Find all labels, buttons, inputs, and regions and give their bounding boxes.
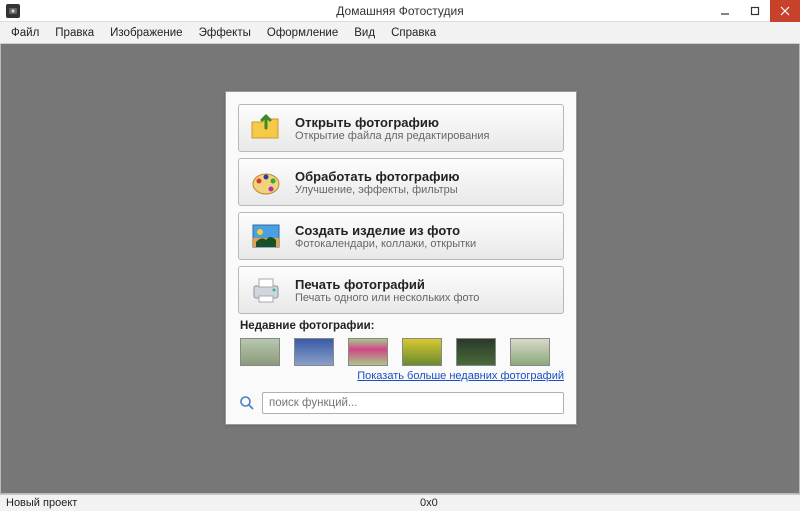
recent-thumb[interactable] [240,338,280,366]
process-photo-sub: Улучшение, эффекты, фильтры [295,184,460,196]
recent-thumb[interactable] [456,338,496,366]
open-photo-title: Открыть фотографию [295,115,489,130]
printer-icon [247,271,285,309]
recent-thumbnails [238,338,564,366]
recent-thumb[interactable] [294,338,334,366]
print-photos-sub: Печать одного или нескольких фото [295,292,479,304]
recent-thumb[interactable] [510,338,550,366]
title-bar: Домашняя Фотостудия [0,0,800,22]
create-product-button[interactable]: Создать изделие из фото Фотокалендари, к… [238,212,564,260]
print-photos-button[interactable]: Печать фотографий Печать одного или неск… [238,266,564,314]
recent-photos-label: Недавние фотографии: [240,320,564,332]
status-dimensions: 0x0 [420,497,480,509]
window-controls [710,0,800,22]
status-project: Новый проект [0,497,420,509]
print-photos-title: Печать фотографий [295,277,479,292]
search-input[interactable] [262,392,564,414]
search-icon [238,394,256,412]
menu-effects[interactable]: Эффекты [192,25,258,41]
minimize-button[interactable] [710,0,740,22]
menu-design[interactable]: Оформление [260,25,345,41]
app-icon [6,4,20,18]
menu-file[interactable]: Файл [4,25,46,41]
show-more-recent-link[interactable]: Показать больше недавних фотографий [357,370,564,382]
more-recent-link-row: Показать больше недавних фотографий [238,370,564,382]
process-photo-title: Обработать фотографию [295,169,460,184]
menu-help[interactable]: Справка [384,25,443,41]
photo-frame-icon [247,217,285,255]
search-row [238,392,564,414]
menu-view[interactable]: Вид [347,25,382,41]
window-title: Домашняя Фотостудия [336,4,463,18]
menu-edit[interactable]: Правка [48,25,101,41]
close-button[interactable] [770,0,800,22]
open-photo-button[interactable]: Открыть фотографию Открытие файла для ре… [238,104,564,152]
workspace: Открыть фотографию Открытие файла для ре… [0,44,800,494]
folder-open-icon [247,109,285,147]
recent-thumb[interactable] [348,338,388,366]
open-photo-sub: Открытие файла для редактирования [295,130,489,142]
status-bar: Новый проект 0x0 [0,494,800,511]
menu-bar: Файл Правка Изображение Эффекты Оформлен… [0,22,800,44]
create-product-title: Создать изделие из фото [295,223,476,238]
maximize-button[interactable] [740,0,770,22]
palette-icon [247,163,285,201]
recent-thumb[interactable] [402,338,442,366]
menu-image[interactable]: Изображение [103,25,189,41]
create-product-sub: Фотокалендари, коллажи, открытки [295,238,476,250]
process-photo-button[interactable]: Обработать фотографию Улучшение, эффекты… [238,158,564,206]
welcome-panel: Открыть фотографию Открытие файла для ре… [225,91,577,425]
